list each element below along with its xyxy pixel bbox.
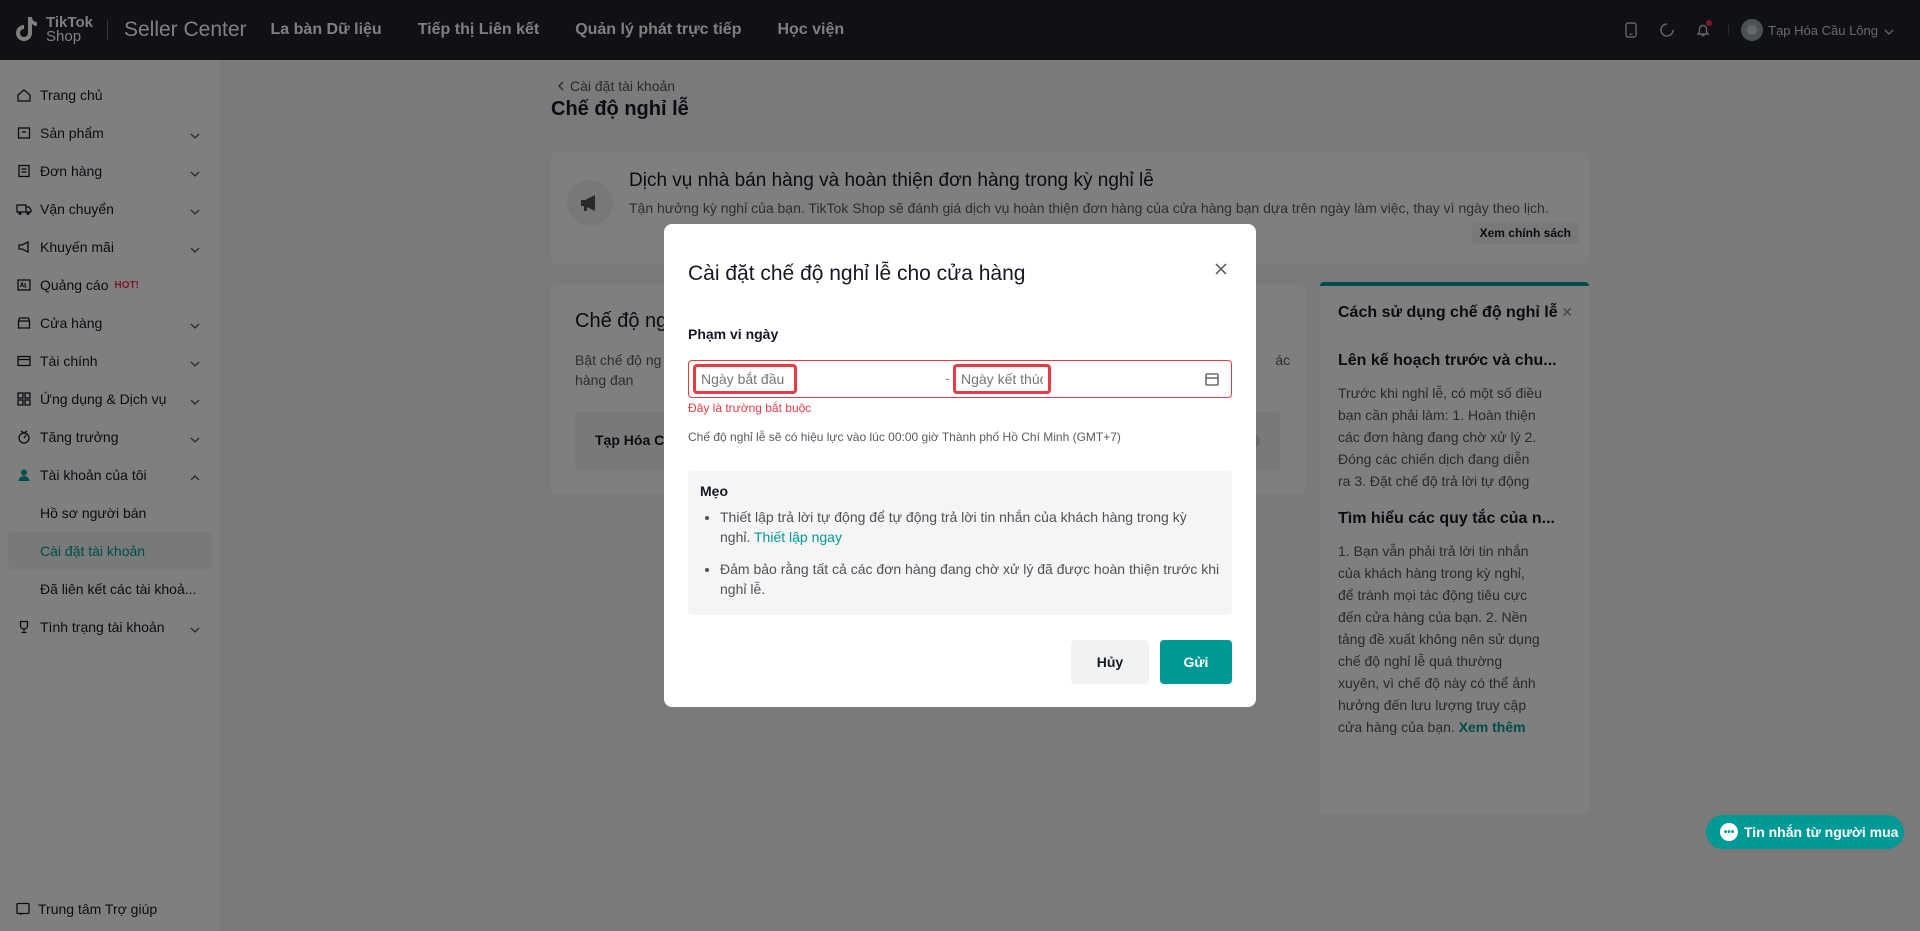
setup-now-link[interactable]: Thiết lập ngay	[754, 529, 842, 545]
range-separator: -	[945, 370, 950, 386]
start-date-input[interactable]	[693, 364, 797, 394]
tips-list: Thiết lập trả lời tự động để tự động trả…	[700, 507, 1220, 599]
tips-title: Mẹo	[700, 483, 728, 499]
tip-item: Đảm bảo rằng tất cả các đơn hàng đang ch…	[720, 559, 1220, 599]
close-icon[interactable]	[1214, 262, 1228, 276]
tip-item: Thiết lập trả lời tự động để tự động trả…	[720, 507, 1220, 547]
dialog-title: Cài đặt chế độ nghỉ lễ cho cửa hàng	[688, 262, 1026, 285]
tips-box: Mẹo Thiết lập trả lời tự động để tự động…	[688, 471, 1232, 615]
timezone-note: Chế độ nghỉ lễ sẽ có hiệu lực vào lúc 00…	[688, 430, 1121, 444]
cancel-button[interactable]: Hủy	[1071, 640, 1149, 684]
date-range-label: Phạm vi ngày	[688, 326, 779, 342]
submit-button[interactable]: Gửi	[1160, 640, 1232, 684]
holiday-mode-dialog: Cài đặt chế độ nghỉ lễ cho cửa hàng Phạm…	[664, 224, 1256, 707]
date-range-picker[interactable]: -	[688, 360, 1232, 398]
chat-icon: •••	[1720, 823, 1738, 841]
required-field-error: Đây là trường bắt buộc	[688, 401, 812, 415]
end-date-input[interactable]	[953, 364, 1051, 394]
buyer-messages-label: Tin nhắn từ người mua	[1744, 824, 1899, 840]
buyer-messages-button[interactable]: ••• Tin nhắn từ người mua	[1706, 815, 1904, 849]
calendar-icon[interactable]	[1205, 372, 1219, 389]
